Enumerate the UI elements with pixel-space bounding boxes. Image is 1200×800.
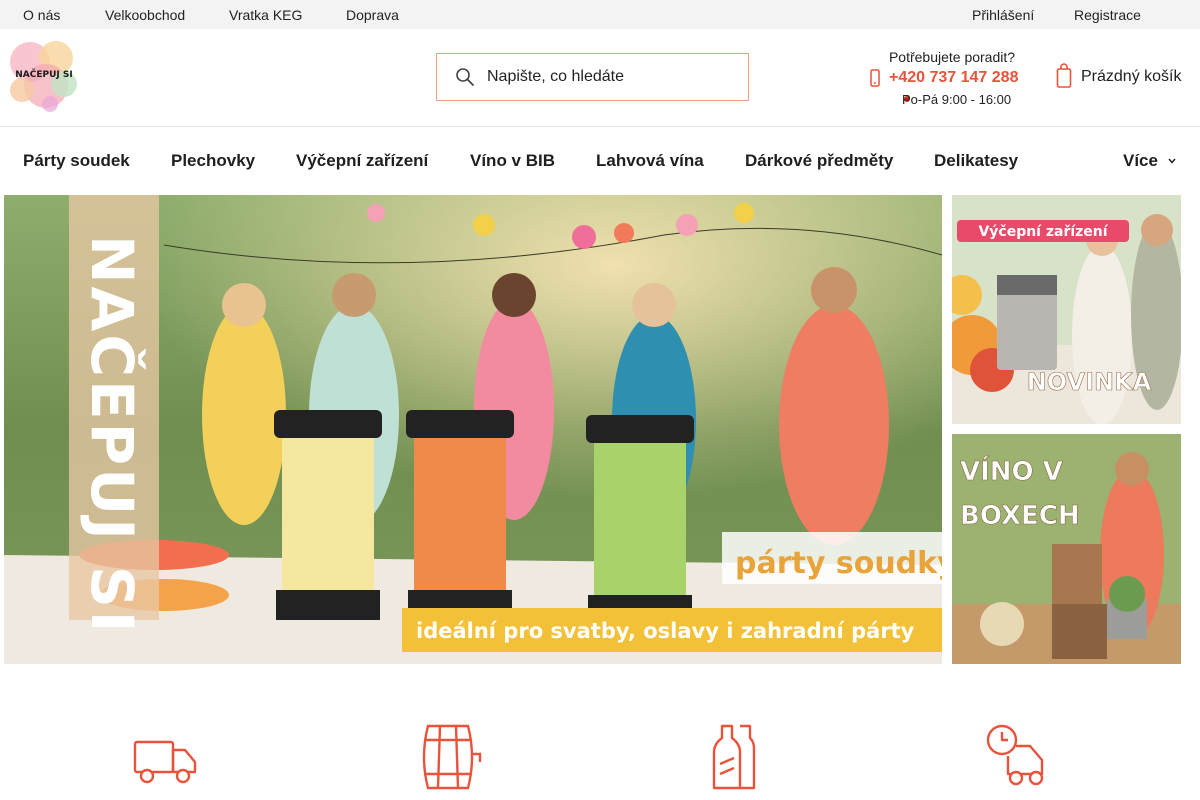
- phone-icon: [870, 69, 880, 87]
- nav-item-gifts[interactable]: Dárkové předměty: [745, 151, 893, 171]
- bottles-icon: [712, 724, 756, 790]
- site-logo[interactable]: NAČEPUJ SI: [6, 34, 82, 114]
- nav-item-bottled-wine[interactable]: Lahvová vína: [596, 151, 704, 171]
- nav-more-button[interactable]: Více: [1123, 151, 1176, 171]
- phone-number[interactable]: +420 737 147 288: [889, 69, 1018, 87]
- cart-icon: [1056, 63, 1072, 88]
- search-input[interactable]: [487, 63, 737, 91]
- nav-item-tap-equipment[interactable]: Výčepní zařízení: [296, 151, 428, 171]
- features-row: [0, 700, 1200, 800]
- search-box[interactable]: [436, 53, 749, 101]
- help-question: Potřebujete poradit?: [888, 49, 1016, 65]
- side-banner-2-title-line2: BOXECH: [960, 501, 1080, 531]
- barrel-icon: [422, 724, 482, 790]
- hero-vertical-title: NAČEPUJ SI: [78, 235, 147, 635]
- chevron-down-icon: [1168, 158, 1176, 164]
- svg-text:NAČEPUJ SI: NAČEPUJ SI: [15, 68, 72, 80]
- topbar-link-about[interactable]: O nás: [23, 7, 60, 23]
- topbar-link-shipping[interactable]: Doprava: [346, 7, 399, 23]
- main-nav: Párty soudek Plechovky Výčepní zařízení …: [0, 127, 1200, 195]
- nav-item-wine-bib[interactable]: Víno v BIB: [470, 151, 555, 171]
- side-banner-2-title-line1: VÍNO V: [960, 455, 1063, 487]
- side-banner-wine-box[interactable]: VÍNO V BOXECH: [952, 434, 1181, 664]
- site-header: NAČEPUJ SI Potřebujete poradit? +420 737…: [0, 29, 1200, 127]
- top-bar: O nás Velkoobchod Vratka KEG Doprava Při…: [0, 0, 1200, 29]
- cart-label: Prázdný košík: [1081, 68, 1182, 85]
- side-banner-1-title: Výčepní zařízení: [978, 224, 1108, 240]
- hero-tagline: párty soudky: [735, 546, 942, 581]
- register-link[interactable]: Registrace: [1074, 7, 1141, 23]
- side-banner-tap-equipment[interactable]: Výčepní zařízení NOVINKA: [952, 195, 1181, 424]
- hero-subtitle: ideální pro svatby, oslavy i zahradní pá…: [416, 619, 915, 643]
- side-banner-1-badge: NOVINKA: [1027, 368, 1152, 396]
- topbar-link-wholesale[interactable]: Velkoobchod: [105, 7, 185, 23]
- hero-banner[interactable]: NAČEPUJ SI párty soudky ideální pro svat…: [4, 195, 942, 664]
- nav-item-cans[interactable]: Plechovky: [171, 151, 255, 171]
- nav-item-delicacies[interactable]: Delikatesy: [934, 151, 1018, 171]
- opening-hours: Po-Pá 9:00 - 16:00: [902, 92, 1012, 107]
- topbar-link-keg-return[interactable]: Vratka KEG: [229, 7, 302, 23]
- login-link[interactable]: Přihlášení: [972, 7, 1034, 23]
- timed-delivery-icon: [986, 724, 1044, 786]
- nav-item-party-keg[interactable]: Párty soudek: [23, 151, 130, 171]
- nav-more-label: Více: [1123, 151, 1158, 170]
- contact-box: Potřebujete poradit? +420 737 147 288 Po…: [870, 48, 1030, 110]
- truck-icon: [133, 740, 197, 784]
- search-icon[interactable]: [455, 67, 475, 87]
